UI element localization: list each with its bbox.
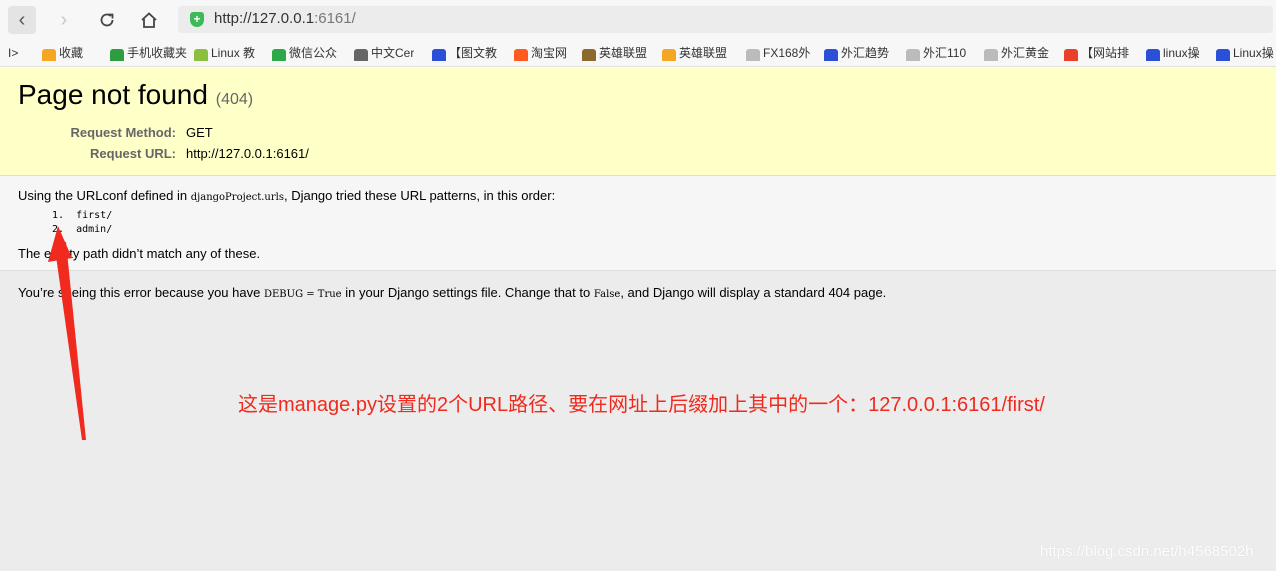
arrow-shaft (54, 242, 86, 440)
annotation-arrow (48, 226, 86, 440)
watermark: https://blog.csdn.net/h4568502h (1040, 543, 1254, 560)
arrow-head (48, 226, 72, 262)
annotation-note: 这是manage.py设置的2个URL路径、要在网址上后缀加上其中的一个：127… (238, 394, 1045, 416)
